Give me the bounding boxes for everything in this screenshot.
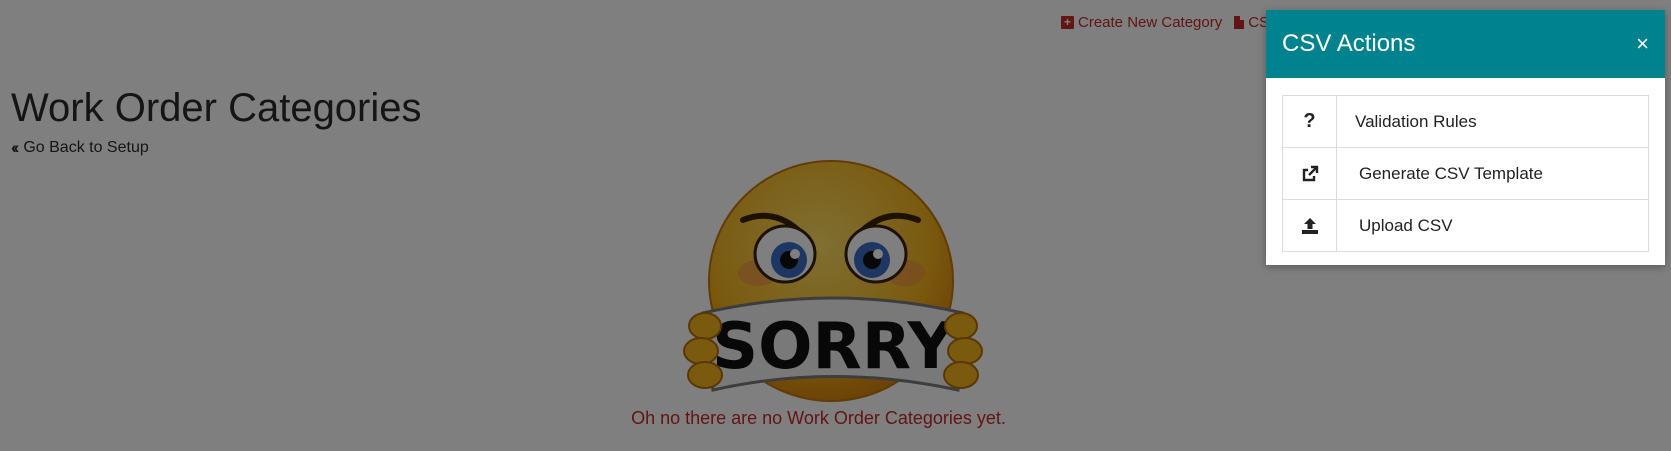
csv-actions-modal: CSV Actions × ? Validation Rules Generat…	[1266, 10, 1665, 265]
modal-title: CSV Actions	[1282, 30, 1416, 57]
modal-header: CSV Actions ×	[1266, 10, 1665, 78]
upload-icon	[1283, 200, 1337, 251]
external-link-icon	[1283, 148, 1337, 199]
question-icon: ?	[1283, 96, 1337, 147]
action-label: Validation Rules	[1355, 111, 1477, 131]
csv-action-list: ? Validation Rules Generate CSV Template…	[1282, 95, 1649, 252]
action-label: Generate CSV Template	[1359, 163, 1543, 183]
generate-csv-template-action[interactable]: Generate CSV Template	[1283, 148, 1648, 200]
action-label: Upload CSV	[1359, 215, 1453, 235]
upload-csv-action[interactable]: Upload CSV	[1283, 200, 1648, 251]
validation-rules-action[interactable]: ? Validation Rules	[1283, 96, 1648, 148]
close-button[interactable]: ×	[1636, 33, 1649, 55]
